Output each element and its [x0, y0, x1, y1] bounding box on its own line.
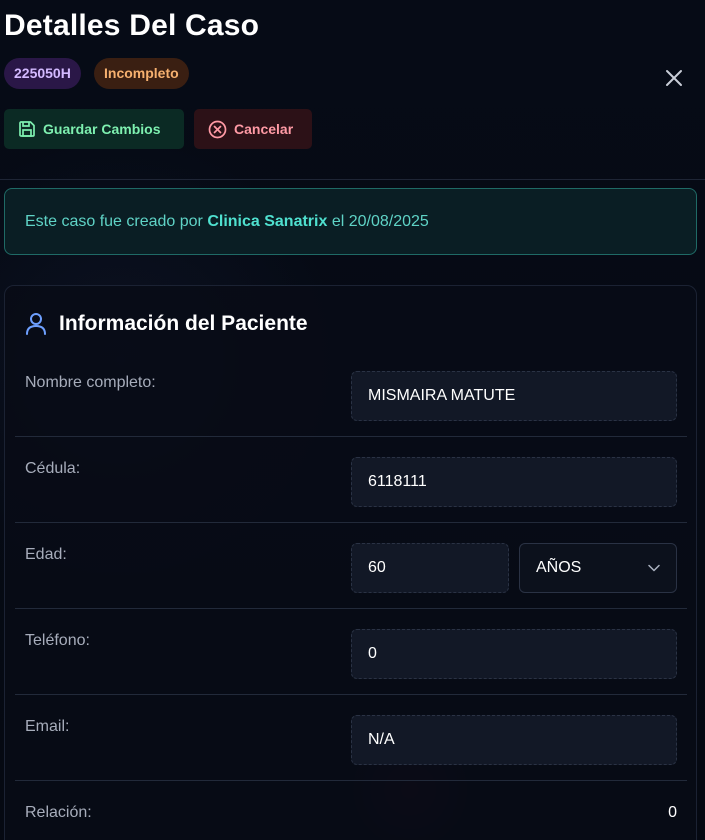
age-row: Edad: 60 AÑOS [15, 543, 687, 609]
row-divider [15, 694, 687, 695]
notice-creator: Clinica Sanatrix [207, 212, 328, 230]
email-field[interactable]: N/A [351, 715, 677, 765]
case-header: Detalles Del Caso 225050H Incompleto Gua… [0, 0, 705, 180]
email-label: Email: [25, 718, 70, 735]
close-icon [666, 70, 682, 86]
save-label: Guardar Cambios [43, 121, 161, 137]
user-icon [26, 313, 46, 335]
relation-row: Relación: 0 [15, 801, 687, 840]
id-row: Cédula: 6118111 [15, 457, 687, 523]
relation-value: 0 [668, 804, 677, 821]
section-title-text: Información del Paciente [59, 312, 308, 335]
save-icon [19, 121, 35, 137]
email-row: Email: N/A [15, 715, 687, 781]
notice-prefix: Este caso fue creado por [25, 212, 208, 230]
id-field[interactable]: 6118111 [351, 457, 677, 507]
name-field[interactable]: MISMAIRA MATUTE [351, 371, 677, 421]
chevron-down-icon [648, 564, 660, 572]
phone-row: Teléfono: 0 [15, 629, 687, 695]
cancel-button[interactable]: Cancelar [194, 109, 312, 149]
creation-notice: Este caso fue creado por Clinica Sanatri… [4, 188, 697, 255]
header-divider [0, 179, 705, 180]
row-divider [15, 522, 687, 523]
age-field[interactable]: 60 [351, 543, 509, 593]
id-label: Cédula: [25, 460, 81, 477]
page-title: Detalles Del Caso [4, 9, 260, 42]
relation-label: Relación: [25, 804, 92, 821]
row-divider [15, 436, 687, 437]
patient-info-card: Información del Paciente Nombre completo… [4, 285, 697, 840]
phone-field[interactable]: 0 [351, 629, 677, 679]
case-id-badge: 225050H [4, 58, 81, 89]
name-row: Nombre completo: MISMAIRA MATUTE [15, 371, 687, 437]
close-button[interactable] [662, 66, 686, 90]
status-badge: Incompleto [94, 58, 189, 89]
age-label: Edad: [25, 546, 67, 563]
row-divider [15, 780, 687, 781]
cancel-label: Cancelar [234, 121, 294, 137]
phone-label: Teléfono: [25, 632, 90, 649]
save-changes-button[interactable]: Guardar Cambios [4, 109, 184, 149]
section-title: Información del Paciente [25, 312, 308, 336]
name-label: Nombre completo: [25, 374, 156, 391]
row-divider [15, 608, 687, 609]
cancel-circle-icon [208, 120, 227, 138]
notice-middle: el [327, 212, 349, 230]
age-unit-select[interactable]: AÑOS [519, 543, 677, 593]
age-unit-value: AÑOS [536, 559, 582, 576]
notice-date: 20/08/2025 [348, 212, 429, 230]
